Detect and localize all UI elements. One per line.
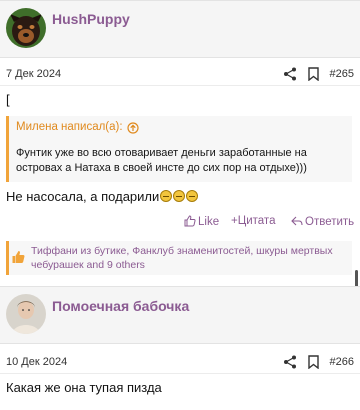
post-number[interactable]: #265 [330, 68, 354, 80]
quote-text: Фунтик уже во всю отоваривает деньги зар… [16, 147, 307, 174]
reactions-line: чебурашек and 9 others [31, 259, 145, 271]
reactions-line: Тиффани из бутике, Фанклуб знаменитостей… [31, 245, 333, 257]
like-button[interactable]: Like [184, 215, 219, 228]
post-meta: 7 Дек 2024 #265 [0, 62, 360, 86]
post-text: Какая же она тупая пизда [6, 380, 162, 395]
reply-label: Ответить [305, 216, 355, 228]
plus-icon: + [231, 215, 238, 227]
share-icon[interactable] [283, 355, 297, 369]
like-label: Like [198, 216, 220, 228]
post-header: HushPuppy [0, 0, 360, 58]
bookmark-icon[interactable] [308, 67, 319, 81]
post-date[interactable]: 7 Дек 2024 [6, 68, 61, 80]
post-text-fragment: [ [6, 92, 10, 107]
post-date[interactable]: 10 Дек 2024 [6, 356, 67, 368]
user-avatar[interactable] [6, 8, 46, 48]
thumbs-up-icon [12, 251, 25, 263]
thumbs-up-outline-icon [184, 215, 196, 227]
post-text: Не насосала, а подарили [6, 189, 160, 204]
reactions-bar[interactable]: Тиффани из бутике, Фанклуб знаменитостей… [6, 241, 352, 275]
arrow-up-circle-icon[interactable] [127, 122, 139, 134]
reply-icon [291, 216, 303, 226]
post-header: Помоечная бабочка [0, 286, 360, 344]
quote-block: Милена написал(а): Фунтик уже во всю ото… [6, 116, 352, 182]
post-body: Не насосала, а подарили [6, 189, 199, 204]
quote-author[interactable]: Милена написал(а): [16, 121, 123, 133]
bookmark-icon[interactable] [308, 355, 319, 369]
username[interactable]: HushPuppy [52, 11, 130, 27]
user-avatar[interactable] [6, 294, 46, 334]
emoji-icon [186, 190, 199, 202]
username[interactable]: Помоечная бабочка [52, 298, 189, 314]
emoji-icon [173, 190, 186, 202]
quote-label: Цитата [237, 215, 276, 227]
post-actions: Like +Цитата Ответить [0, 215, 360, 231]
quote-button[interactable]: +Цитата [231, 215, 275, 227]
reactions-text[interactable]: Тиффани из бутике, Фанклуб знаменитостей… [31, 244, 349, 272]
post-number[interactable]: #266 [330, 356, 354, 368]
reply-button[interactable]: Ответить [291, 215, 354, 228]
post-meta: 10 Дек 2024 #266 [0, 350, 360, 374]
emoji-icon [160, 190, 173, 202]
share-icon[interactable] [283, 67, 297, 81]
